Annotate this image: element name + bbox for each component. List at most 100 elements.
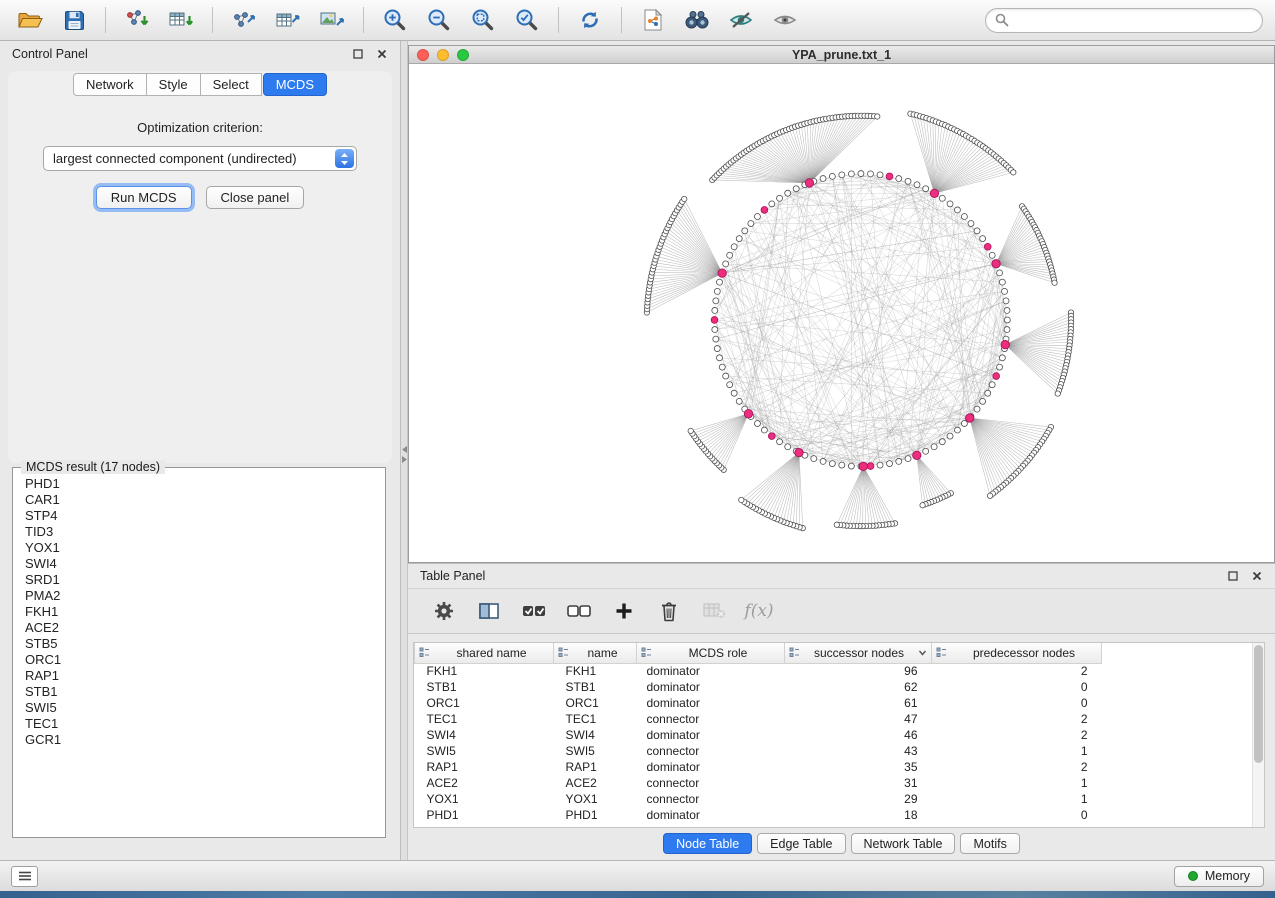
dominator-node[interactable] <box>711 317 718 324</box>
cell-successor_nodes[interactable]: 18 <box>785 807 932 823</box>
network-canvas[interactable] <box>409 64 1274 562</box>
graph-node[interactable] <box>923 448 929 454</box>
cell-shared_name[interactable]: RAP1 <box>415 759 554 775</box>
graph-edge[interactable] <box>762 453 799 512</box>
graph-edge[interactable] <box>970 418 1016 473</box>
cell-shared_name[interactable]: SWI5 <box>415 743 554 759</box>
dominator-node[interactable] <box>966 414 974 422</box>
mcds-result-item[interactable]: STP4 <box>15 508 383 524</box>
graph-edge[interactable] <box>672 219 722 273</box>
cell-mcds_role[interactable]: dominator <box>637 679 785 695</box>
graph-edge[interactable] <box>712 414 748 459</box>
minimize-window-button[interactable] <box>437 49 449 61</box>
graph-node[interactable] <box>1003 298 1009 304</box>
mcds-result-item[interactable]: ORC1 <box>15 652 383 668</box>
graph-edge[interactable] <box>934 134 963 193</box>
dominator-node[interactable] <box>805 179 813 187</box>
graph-node[interactable] <box>723 373 729 379</box>
graph-edge[interactable] <box>970 418 996 492</box>
cell-mcds_role[interactable]: dominator <box>637 759 785 775</box>
cell-shared_name[interactable]: PHD1 <box>415 807 554 823</box>
cell-shared_name[interactable]: ACE2 <box>415 775 554 791</box>
graph-edge[interactable] <box>814 181 983 401</box>
graph-edge[interactable] <box>734 198 779 393</box>
table-row[interactable]: YOX1YOX1connector291 <box>415 791 1102 807</box>
graph-node[interactable] <box>905 456 911 462</box>
tab-network-table[interactable]: Network Table <box>851 833 956 854</box>
graph-node[interactable] <box>989 382 995 388</box>
graph-node[interactable] <box>754 420 760 426</box>
graph-node[interactable] <box>839 172 845 178</box>
graph-node[interactable] <box>820 458 826 464</box>
mcds-result-item[interactable]: GCR1 <box>15 732 383 748</box>
graph-node[interactable] <box>867 171 873 177</box>
graph-node[interactable] <box>931 444 937 450</box>
delete-columns-button[interactable] <box>655 596 683 626</box>
column-header-successor-nodes[interactable]: successor nodes <box>785 643 932 663</box>
table-row[interactable]: RAP1RAP1dominator352 <box>415 759 1102 775</box>
graph-node[interactable] <box>713 336 719 342</box>
graph-node[interactable] <box>997 364 1003 370</box>
cell-name[interactable]: RAP1 <box>554 759 637 775</box>
cell-successor_nodes[interactable]: 46 <box>785 727 932 743</box>
graph-node[interactable] <box>896 176 902 182</box>
graph-edge[interactable] <box>1005 345 1059 391</box>
zoom-selected-button[interactable] <box>509 3 545 37</box>
unselect-all-columns-button[interactable] <box>565 596 593 626</box>
graph-node[interactable] <box>731 390 737 396</box>
split-pane-divider[interactable] <box>401 41 408 860</box>
graph-node[interactable] <box>739 497 744 502</box>
graph-node[interactable] <box>848 171 854 177</box>
mcds-result-item[interactable]: SWI5 <box>15 700 383 716</box>
network-graph[interactable] <box>409 64 1274 562</box>
graph-edge[interactable] <box>1005 323 1071 345</box>
graph-node[interactable] <box>829 461 835 467</box>
dominator-node[interactable] <box>913 451 921 459</box>
graph-node[interactable] <box>920 503 925 508</box>
graph-edge[interactable] <box>970 418 1023 466</box>
cell-mcds_role[interactable]: connector <box>637 743 785 759</box>
export-web-button[interactable] <box>635 3 671 37</box>
graph-node[interactable] <box>1055 391 1060 396</box>
mcds-result-item[interactable]: STB5 <box>15 636 383 652</box>
mcds-result-item[interactable]: TID3 <box>15 524 383 540</box>
cell-shared_name[interactable]: SWI4 <box>415 727 554 743</box>
graph-node[interactable] <box>997 270 1003 276</box>
graph-node[interactable] <box>1004 307 1010 313</box>
zoom-in-button[interactable] <box>377 3 413 37</box>
graph-edge[interactable] <box>679 207 722 273</box>
graph-node[interactable] <box>848 463 854 469</box>
memory-button[interactable]: Memory <box>1174 866 1264 887</box>
graph-edge[interactable] <box>670 222 722 273</box>
graph-node[interactable] <box>717 355 723 361</box>
graph-edge[interactable] <box>748 210 957 414</box>
export-image-button[interactable] <box>314 3 350 37</box>
dominator-node[interactable] <box>859 462 867 470</box>
cell-predecessor_nodes[interactable]: 0 <box>932 807 1102 823</box>
graph-edge[interactable] <box>715 310 864 466</box>
graph-edge[interactable] <box>996 264 1052 274</box>
tab-select[interactable]: Select <box>200 73 262 96</box>
graph-edge[interactable] <box>759 453 799 511</box>
graph-node[interactable] <box>719 364 725 370</box>
float-panel-icon[interactable] <box>352 48 364 60</box>
graph-node[interactable] <box>829 173 835 179</box>
table-row[interactable]: TEC1TEC1connector472 <box>415 711 1102 727</box>
graph-node[interactable] <box>858 171 864 177</box>
cell-name[interactable]: ACE2 <box>554 775 637 791</box>
cell-successor_nodes[interactable]: 31 <box>785 775 932 791</box>
graph-node[interactable] <box>742 228 748 234</box>
cell-shared_name[interactable]: YOX1 <box>415 791 554 807</box>
table-options-button[interactable] <box>430 596 458 626</box>
cell-successor_nodes[interactable]: 96 <box>785 663 932 679</box>
mcds-result-item[interactable]: FKH1 <box>15 604 383 620</box>
zoom-out-button[interactable] <box>421 3 457 37</box>
cell-predecessor_nodes[interactable]: 0 <box>932 695 1102 711</box>
mcds-result-item[interactable]: CAR1 <box>15 492 383 508</box>
table-row[interactable]: STB1STB1dominator620 <box>415 679 1102 695</box>
graph-edge[interactable] <box>870 264 996 466</box>
graph-edge[interactable] <box>809 116 864 183</box>
graph-node[interactable] <box>877 172 883 178</box>
graph-node[interactable] <box>731 244 737 250</box>
mcds-result-item[interactable]: PMA2 <box>15 588 383 604</box>
